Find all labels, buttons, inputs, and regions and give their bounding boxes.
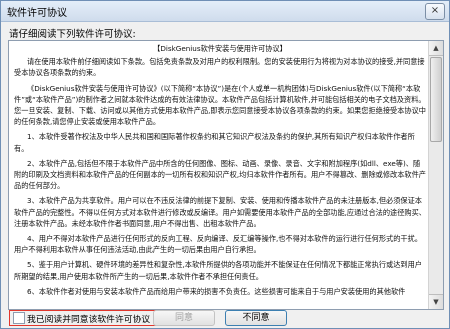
license-paragraph: 3、本软件产品为共享软件。用户可以在不违反法律的前提下复制、安装、使用和传播本软… bbox=[14, 196, 426, 228]
agree-checkbox-row[interactable]: 我已阅读并同意该软件许可协议 bbox=[9, 310, 176, 326]
license-paragraph: 6、本软件作者对使用与安装本软件产品而给用户带来的损害不负责任。这些损害可能来自… bbox=[27, 286, 406, 296]
license-prompt: 请仔细阅读下列软件许可协议: bbox=[9, 29, 136, 40]
scroll-down-button[interactable]: ▼ bbox=[429, 294, 443, 309]
license-text-area[interactable]: 【DiskGenius软件安装与使用许可协议】 请在使用本软件前仔细阅读如下条款… bbox=[8, 40, 444, 310]
agree-checkbox-label[interactable]: 我已阅读并同意该软件许可协议 bbox=[27, 312, 150, 325]
license-paragraph: 2、本软件产品,包括但不限于本软件产品中所含的任何图像、图标、动画、录像、录音、… bbox=[14, 158, 426, 191]
scrollbar-thumb[interactable] bbox=[430, 57, 442, 142]
license-paragraph: 5、鉴于用户计算机、硬件环境的差异性和复杂性,本软件所提供的各项功能并不能保证在… bbox=[14, 260, 422, 281]
agree-checkbox[interactable] bbox=[13, 312, 25, 324]
license-dialog: 软件许可协议 × 请仔细阅读下列软件许可协议: 【DiskGenius软件安装与… bbox=[0, 0, 450, 329]
title-bar[interactable]: 软件许可协议 × bbox=[1, 1, 449, 22]
disagree-button[interactable]: 不同意 bbox=[225, 310, 287, 326]
close-icon: × bbox=[430, 5, 440, 16]
scroll-up-button[interactable]: ▲ bbox=[429, 41, 443, 56]
vertical-scrollbar[interactable]: ▲ ▼ bbox=[428, 41, 443, 309]
arrow-up-icon: ▲ bbox=[433, 44, 439, 52]
agree-button[interactable]: 同意 bbox=[153, 310, 215, 326]
license-doc-title: 【DiskGenius软件安装与使用许可协议】 bbox=[153, 44, 287, 53]
close-button[interactable]: × bbox=[425, 3, 445, 20]
window-title: 软件许可协议 bbox=[7, 8, 67, 19]
license-paragraph: 请在使用本软件前仔细阅读如下条款。包括免责条款及对用户的权利限制。您的安装使用行… bbox=[14, 57, 425, 78]
license-paragraph: 1、本软件受著作权法及中华人民共和国和国际著作权条约和其它知识产权法及条约的保护… bbox=[14, 132, 415, 153]
license-paragraph: 4、用户不得对本软件产品进行任何形式的反向工程、反向编译、反汇编等操作,也不得对… bbox=[14, 234, 422, 255]
license-paragraph: 《DiskGenius软件安装与使用许可协议》(以下简称“本协议”)是在(个人或… bbox=[14, 83, 426, 127]
arrow-down-icon: ▼ bbox=[433, 298, 439, 306]
license-content: 【DiskGenius软件安装与使用许可协议】 请在使用本软件前仔细阅读如下条款… bbox=[14, 43, 426, 301]
